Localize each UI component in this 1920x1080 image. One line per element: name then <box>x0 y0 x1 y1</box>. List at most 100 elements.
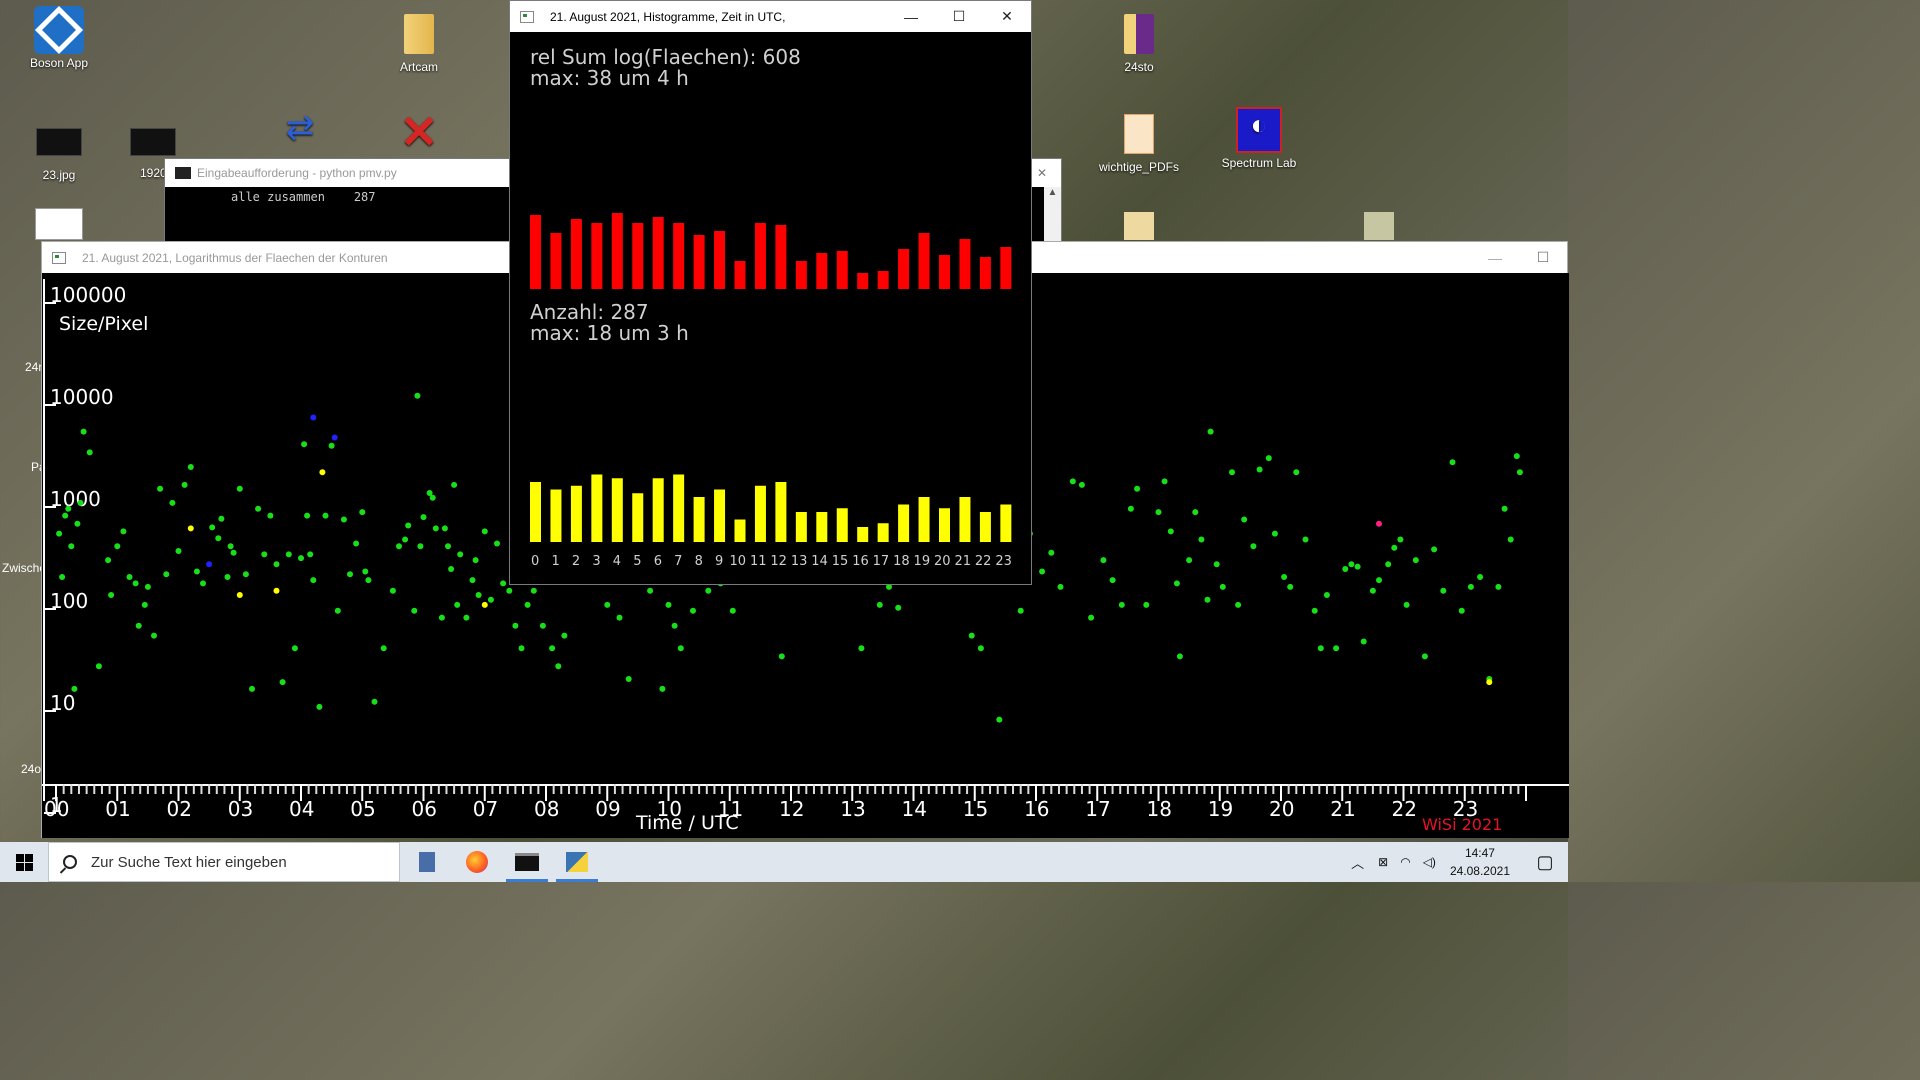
scatter-point <box>405 522 412 529</box>
maximize-button[interactable]: ☐ <box>935 1 983 32</box>
hour-label: 12 <box>770 554 787 569</box>
scatter-point <box>108 592 115 598</box>
clock[interactable]: 14:47 24.08.2021 <box>1450 844 1510 880</box>
scatter-point <box>1391 544 1398 551</box>
scatter-point <box>1376 577 1382 584</box>
hour-label: 22 <box>975 554 992 569</box>
scatter-point <box>1134 485 1141 492</box>
scatter-point <box>169 499 176 506</box>
desktop-icon-wichtige-pdfs[interactable]: wichtige_PDFs <box>1089 110 1189 174</box>
scatter-point <box>74 520 81 527</box>
histogram-bar <box>632 493 644 542</box>
scatter-point <box>328 442 335 449</box>
histogram-window-titlebar[interactable]: 21. August 2021, Histogramme, Zeit in UT… <box>510 1 1031 32</box>
histogram-bar <box>1000 504 1012 542</box>
x-tick-label: 22 <box>1392 797 1417 821</box>
chevron-up-icon[interactable]: ︿ <box>1351 853 1364 872</box>
scatter-point <box>481 528 488 535</box>
taskbar-firefox[interactable] <box>452 842 502 882</box>
scatter-point <box>1507 536 1514 543</box>
scatter-point <box>429 494 436 501</box>
search-box[interactable]: Zur Suche Text hier eingeben <box>48 842 400 882</box>
start-button[interactable] <box>0 842 48 882</box>
scatter-point <box>1412 557 1419 564</box>
scatter-point <box>1360 638 1367 645</box>
system-tray: ︿ ⊠ ◠ ◁) 14:47 24.08.2021 ▢ <box>1343 842 1568 882</box>
histogram-bar <box>693 235 705 289</box>
wifi-icon[interactable]: ◠ <box>1400 855 1410 869</box>
network-shortcut-icon: ⇄ <box>285 109 315 147</box>
scatter-point <box>298 555 304 562</box>
app-window-icon <box>520 10 534 23</box>
desktop-icon-artcam[interactable]: Artcam <box>369 10 469 74</box>
histogram-window[interactable]: 21. August 2021, Histogramme, Zeit in UT… <box>509 0 1032 585</box>
scatter-point <box>1167 528 1174 535</box>
taskbar-calculator[interactable] <box>402 842 452 882</box>
search-placeholder: Zur Suche Text hier eingeben <box>91 853 287 871</box>
histogram-bar <box>816 253 828 289</box>
histogram-bar <box>611 478 623 542</box>
clock-date: 24.08.2021 <box>1449 864 1510 878</box>
speaker-icon[interactable]: ◁) <box>1423 855 1436 869</box>
scatter-point <box>334 607 341 614</box>
x-tick-label: 12 <box>779 797 804 821</box>
scatter-point <box>86 449 93 456</box>
x-tick-label: 04 <box>289 797 314 821</box>
close-icon[interactable]: ✕ <box>1037 166 1047 180</box>
cmd-scrollbar[interactable]: ▲ <box>1044 187 1061 241</box>
scatter-point <box>236 485 243 492</box>
scatter-point <box>1467 583 1474 590</box>
folder-icon[interactable] <box>1364 212 1394 240</box>
hour-label: 17 <box>873 554 890 569</box>
x-tick-label: 07 <box>473 797 498 821</box>
scatter-point <box>310 577 317 584</box>
taskbar-cmd[interactable] <box>502 842 552 882</box>
histogram-bar <box>570 219 582 289</box>
scatter-point <box>1057 583 1064 590</box>
scatter-point <box>1333 645 1340 652</box>
hour-label: 3 <box>592 554 600 569</box>
maximize-button[interactable]: ☐ <box>1519 242 1567 273</box>
document-icon[interactable] <box>35 208 83 240</box>
scatter-point <box>273 587 280 594</box>
histogram-bar <box>795 512 807 542</box>
desktop-icon-1920[interactable]: 1920 <box>128 118 176 180</box>
histogram-bar <box>530 215 541 289</box>
scatter-point <box>322 512 329 519</box>
close-button[interactable]: ✕ <box>983 1 1031 32</box>
scatter-point <box>555 663 562 670</box>
scatter-point <box>420 514 427 521</box>
network-icon[interactable]: ⊠ <box>1378 855 1388 869</box>
scatter-point <box>512 622 519 629</box>
scatter-point <box>126 574 133 580</box>
scatter-point <box>448 566 455 572</box>
histogram-bar <box>836 251 848 289</box>
desktop-icon-24sto[interactable]: 24sto <box>1089 10 1189 74</box>
scatter-point <box>249 685 255 692</box>
desktop-icon-x-app[interactable]: ✕ <box>389 106 449 158</box>
hour-label: 18 <box>893 554 910 569</box>
minimize-button[interactable]: — <box>887 1 935 32</box>
scatter-point <box>417 543 424 550</box>
desktop-icon-boson-app[interactable]: Boson App <box>9 6 109 70</box>
scatter-point <box>193 568 200 575</box>
minimize-button[interactable]: — <box>1471 242 1519 273</box>
scroll-up-icon[interactable]: ▲ <box>1044 187 1061 198</box>
histogram-window-title: 21. August 2021, Histogramme, Zeit in UT… <box>550 9 786 24</box>
histogram-bar <box>877 523 889 542</box>
windows-logo-icon <box>15 853 33 871</box>
scatter-point <box>1348 561 1355 568</box>
scatter-point <box>371 698 378 705</box>
scatter-point <box>1109 577 1116 584</box>
desktop-icon-network[interactable]: ⇄ <box>270 104 330 154</box>
desktop-icon-spectrum-lab[interactable]: ◐ Spectrum Lab <box>1209 106 1309 170</box>
histogram-bar <box>591 223 603 289</box>
scatter-point <box>347 571 353 578</box>
notification-icon[interactable]: ▢ <box>1522 852 1568 873</box>
desktop-icon-23jpg[interactable]: 23.jpg <box>9 118 109 182</box>
taskbar-python[interactable] <box>552 842 602 882</box>
folder-icon[interactable] <box>1124 212 1154 240</box>
x-tick-label: 14 <box>902 797 927 821</box>
scatter-point <box>677 645 684 652</box>
scatter-point <box>1069 478 1076 485</box>
